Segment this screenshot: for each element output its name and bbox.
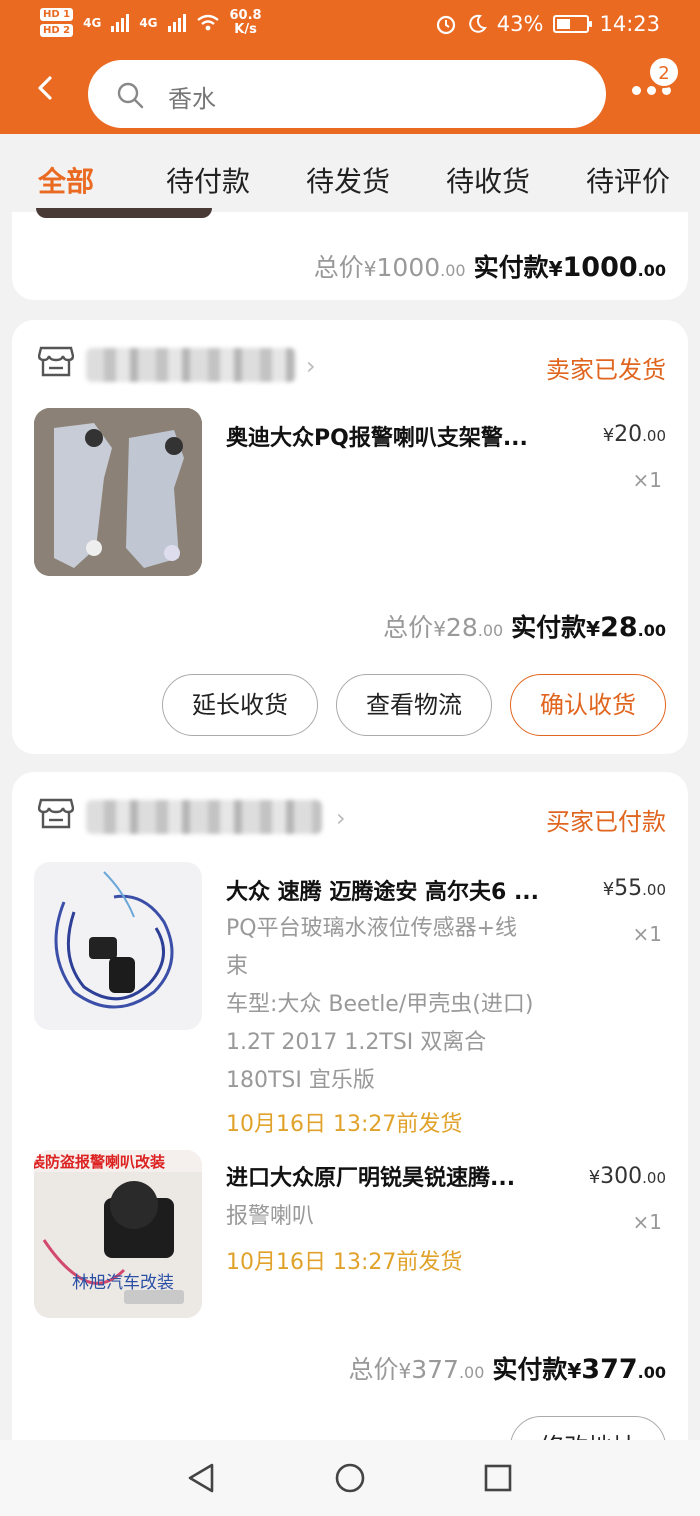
tab-to-ship[interactable]: 待发货 (306, 160, 390, 200)
nav-home-icon[interactable] (334, 1462, 366, 1494)
product-spec: PQ平台玻璃水液位传感器+线 束 车型:大众 Beetle/甲壳虫(进口) 1.… (226, 916, 534, 1093)
hd1-badge: HD 1 (40, 8, 74, 21)
signal2-label: 4G (139, 15, 158, 30)
system-nav-bar (0, 1440, 700, 1516)
chevron-right-icon: › (336, 804, 346, 832)
product-price: ¥20.00 (602, 422, 666, 447)
signal2-icon (167, 13, 186, 32)
top-header: HD 1 HD 2 4G 4G 60.8 K/s 43% 14:23 香水 2 (0, 0, 700, 134)
product-quantity: ×1 (632, 1210, 662, 1234)
moon-icon (468, 14, 487, 33)
product-image[interactable] (34, 408, 202, 576)
tab-to-review[interactable]: 待评价 (586, 160, 670, 200)
net-speed-unit: K/s (234, 21, 257, 37)
order-tabs: 全部 待付款 待发货 待收货 待评价 (0, 134, 700, 212)
nav-recents-icon[interactable] (484, 1464, 512, 1492)
wifi-icon (196, 14, 219, 30)
product-price: ¥300.00 (588, 1164, 666, 1189)
order-card-3[interactable]: › 买家已付款 大众 速腾 迈腾途安 高尔夫6 ... ¥55.00 ×1 PQ… (12, 772, 688, 1478)
order-status: 买家已付款 (546, 808, 666, 836)
back-arrow-icon[interactable] (34, 76, 58, 100)
svg-text:装防盗报警喇叭改装: 装防盗报警喇叭改装 (34, 1153, 166, 1171)
product-image[interactable] (34, 862, 202, 1030)
signal1-icon (111, 13, 130, 32)
product-title[interactable]: 进口大众原厂明锐昊锐速腾... (226, 1160, 515, 1192)
order-totals: 总价¥377.00 实付款¥377.00 (348, 1354, 666, 1385)
battery-percent: 43% (496, 12, 544, 36)
nav-back-icon[interactable] (186, 1462, 216, 1494)
product-spec: 报警喇叭 (226, 1204, 315, 1229)
product-quantity: ×1 (632, 468, 662, 492)
shop-name-redacted (86, 348, 296, 382)
ship-deadline: 10月16日 13:27前发货 (226, 1250, 463, 1275)
chevron-right-icon: › (306, 352, 316, 380)
shop-name-redacted (86, 800, 322, 834)
order-card-2[interactable]: › 卖家已发货 奥迪大众PQ报警喇叭支架警... ¥20.00 ×1 总价¥28… (12, 320, 688, 754)
product-image-partial (36, 208, 212, 218)
view-logistics-button[interactable]: 查看物流 (336, 674, 492, 736)
order-status: 卖家已发货 (546, 356, 666, 384)
alarm-horn-illustration: 装防盗报警喇叭改装 林旭汽车改装 (34, 1150, 202, 1318)
extend-receipt-button[interactable]: 延长收货 (162, 674, 318, 736)
svg-text:林旭汽车改装: 林旭汽车改装 (72, 1273, 174, 1293)
store-icon (38, 346, 74, 377)
alarm-icon (436, 15, 455, 35)
signal1-label: 4G (83, 15, 102, 30)
order-totals: 总价¥28.00 实付款¥28.00 (383, 612, 666, 643)
search-query: 香水 (168, 85, 216, 113)
status-bar: HD 1 HD 2 4G 4G 60.8 K/s 43% 14:23 (0, 0, 700, 50)
order-card-1[interactable]: 总价¥1000.00 实付款¥1000.00 (12, 208, 688, 300)
product-price: ¥55.00 (602, 876, 666, 901)
search-icon (117, 82, 144, 109)
product-image[interactable]: 装防盗报警喇叭改装 林旭汽车改装 (34, 1150, 202, 1318)
search-bar[interactable]: 香水 (88, 60, 606, 128)
battery-icon (553, 15, 593, 33)
tab-to-receive[interactable]: 待收货 (446, 160, 530, 200)
product-title[interactable]: 大众 速腾 迈腾途安 高尔夫6 ... (226, 874, 539, 906)
order-totals: 总价¥1000.00 实付款¥1000.00 (313, 252, 666, 283)
ship-deadline: 10月16日 13:27前发货 (226, 1112, 463, 1137)
clock: 14:23 (599, 12, 660, 36)
tab-all[interactable]: 全部 (38, 160, 94, 200)
confirm-receipt-button[interactable]: 确认收货 (510, 674, 666, 736)
hd2-badge: HD 2 (40, 24, 74, 37)
bracket-illustration (34, 408, 202, 576)
net-speed: 60.8 (229, 7, 262, 23)
store-icon (38, 798, 74, 829)
product-title[interactable]: 奥迪大众PQ报警喇叭支架警... (226, 420, 528, 452)
product-quantity: ×1 (632, 922, 662, 946)
tab-to-pay[interactable]: 待付款 (166, 160, 250, 200)
message-badge: 2 (648, 56, 680, 88)
sensor-cable-illustration (34, 862, 202, 1030)
